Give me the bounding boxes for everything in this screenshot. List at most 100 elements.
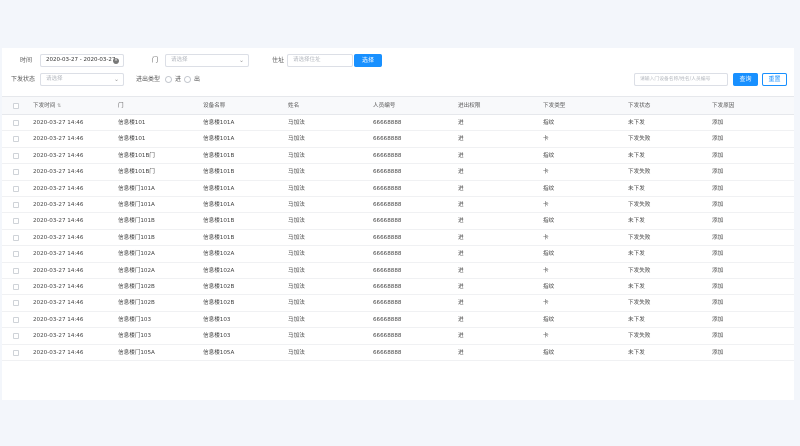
table-row[interactable]: 2020-03-27 14:46 信息楼门102B 信息楼102B 马加法 666688… — [2, 295, 794, 312]
cell-issue-type: 指纹 — [543, 120, 555, 126]
row-checkbox[interactable] — [13, 333, 19, 340]
header-issue-type: 下发类型 — [543, 103, 566, 109]
query-button[interactable]: 查询 — [733, 73, 758, 86]
table-row[interactable]: 2020-03-27 14:46 信息楼门101B 信息楼101B 马加法 666688… — [2, 230, 794, 247]
table-row[interactable]: 2020-03-27 14:46 信息楼门102A 信息楼102A 马加法 666688… — [2, 246, 794, 263]
cell-name: 马加法 — [288, 349, 305, 356]
radio-in[interactable] — [165, 76, 172, 83]
row-checkbox[interactable] — [13, 300, 19, 307]
io-type-label: 进出类型 — [136, 76, 161, 83]
cell-issue-reason: 添加 — [712, 316, 724, 323]
table-row[interactable]: 2020-03-27 14:46 信息楼门103 信息楼103 马加法 66668888… — [2, 312, 794, 329]
cell-issue-time: 2020-03-27 14:46 — [33, 267, 84, 274]
cell-issue-status: 未下发 — [628, 284, 645, 290]
row-checkbox[interactable] — [13, 202, 19, 208]
search-input-placeholder: 请输入门设备名称/姓名/人员编号 — [640, 77, 711, 82]
table-row[interactable]: 2020-03-27 14:46 信息楼101 信息楼101A 马加法 66668888… — [2, 131, 794, 148]
cell-issue-type: 指纹 — [543, 218, 555, 225]
cell-name: 马加法 — [288, 169, 305, 176]
cell-door: 信息楼101 — [118, 120, 146, 126]
cell-issue-reason: 添加 — [712, 300, 724, 307]
row-checkbox[interactable] — [13, 169, 19, 176]
chevron-down-icon: ⌄ — [113, 76, 119, 83]
cell-name: 马加法 — [288, 300, 305, 307]
header-issue-time[interactable]: 下发时间 ⇅ — [33, 97, 61, 115]
cell-access: 进 — [458, 234, 464, 241]
row-checkbox[interactable] — [13, 185, 19, 192]
date-range-input[interactable]: 2020-03-27 - 2020-03-27 × — [40, 54, 124, 67]
row-checkbox[interactable] — [13, 349, 19, 356]
cell-issue-reason: 添加 — [712, 333, 724, 340]
cell-person-id: 66668888 — [373, 267, 402, 274]
table-row[interactable]: 2020-03-27 14:46 信息楼门105A 信息楼105A 马加法 666688… — [2, 345, 794, 361]
row-checkbox[interactable] — [13, 218, 19, 225]
table-row[interactable]: 2020-03-27 14:46 信息楼门102B 信息楼102B 马加法 666688… — [2, 279, 794, 296]
status-select[interactable]: 请选择 ⌄ — [40, 73, 124, 86]
cell-door: 信息楼门105A — [118, 349, 155, 356]
cell-door: 信息楼101 — [118, 136, 146, 143]
clear-icon[interactable]: × — [113, 58, 119, 64]
cell-issue-status: 下发失败 — [628, 333, 651, 340]
cell-issue-type: 指纹 — [543, 152, 555, 159]
cell-issue-type: 卡 — [543, 169, 549, 176]
cell-device-name: 信息楼102A — [203, 267, 235, 274]
cell-issue-reason: 添加 — [712, 202, 724, 208]
cell-door: 信息楼门102B — [118, 284, 155, 290]
sort-icon[interactable]: ⇅ — [57, 103, 61, 109]
cell-access: 进 — [458, 284, 464, 290]
table-row[interactable]: 2020-03-27 14:46 信息楼101B门 信息楼101B 马加法 666688… — [2, 148, 794, 165]
select-address-button[interactable]: 选择 — [354, 54, 382, 67]
row-checkbox[interactable] — [13, 251, 19, 258]
cell-device-name: 信息楼103 — [203, 316, 231, 323]
cell-issue-status: 下发失败 — [628, 136, 651, 143]
cell-door: 信息楼门101B — [118, 218, 155, 225]
cell-issue-time: 2020-03-27 14:46 — [33, 152, 84, 159]
table-row[interactable]: 2020-03-27 14:46 信息楼门103 信息楼103 马加法 66668888… — [2, 328, 794, 345]
cell-name: 马加法 — [288, 185, 305, 192]
search-input[interactable]: 请输入门设备名称/姓名/人员编号 — [634, 73, 728, 86]
cell-device-name: 信息楼101B — [203, 234, 235, 241]
cell-device-name: 信息楼101A — [203, 202, 235, 208]
radio-in-label: 进 — [175, 76, 182, 83]
table-row[interactable]: 2020-03-27 14:46 信息楼门101B 信息楼101B 马加法 666688… — [2, 213, 794, 230]
cell-issue-type: 卡 — [543, 267, 549, 274]
header-issue-time-label: 下发时间 — [33, 103, 56, 109]
cell-issue-time: 2020-03-27 14:46 — [33, 234, 84, 241]
cell-issue-status: 下发失败 — [628, 267, 651, 274]
cell-name: 马加法 — [288, 136, 305, 143]
cell-issue-time: 2020-03-27 14:46 — [33, 202, 84, 208]
cell-device-name: 信息楼101B — [203, 152, 235, 159]
cell-device-name: 信息楼105A — [203, 349, 235, 356]
row-checkbox[interactable] — [13, 120, 19, 126]
cell-access: 进 — [458, 120, 464, 126]
table-row[interactable]: 2020-03-27 14:46 信息楼门102A 信息楼102A 马加法 666688… — [2, 263, 794, 279]
table-row[interactable]: 2020-03-27 14:46 信息楼101 信息楼101A 马加法 66668888… — [2, 115, 794, 132]
door-select[interactable]: 请选择 ⌄ — [165, 54, 249, 67]
row-checkbox[interactable] — [13, 267, 19, 274]
radio-out[interactable] — [184, 76, 191, 83]
address-input[interactable]: 请选择住址 — [287, 54, 353, 67]
table-row[interactable]: 2020-03-27 14:46 信息楼101B门 信息楼101B 马加法 666688… — [2, 164, 794, 181]
cell-issue-reason: 添加 — [712, 234, 724, 241]
row-checkbox[interactable] — [13, 284, 19, 290]
cell-person-id: 66668888 — [373, 169, 402, 176]
cell-device-name: 信息楼103 — [203, 333, 231, 340]
cell-access: 进 — [458, 316, 464, 323]
cell-issue-time: 2020-03-27 14:46 — [33, 185, 84, 192]
cell-issue-status: 未下发 — [628, 251, 645, 258]
cell-person-id: 66668888 — [373, 300, 402, 307]
row-checkbox[interactable] — [13, 136, 19, 143]
header-person-id: 人员编号 — [373, 103, 396, 109]
row-checkbox[interactable] — [13, 152, 19, 159]
row-checkbox[interactable] — [13, 234, 19, 241]
cell-issue-type: 指纹 — [543, 185, 555, 192]
reset-button[interactable]: 重置 — [762, 73, 787, 86]
cell-issue-time: 2020-03-27 14:46 — [33, 169, 84, 176]
row-checkbox[interactable] — [13, 316, 19, 323]
select-all-checkbox[interactable] — [13, 103, 19, 109]
cell-issue-time: 2020-03-27 14:46 — [33, 218, 84, 225]
table-row[interactable]: 2020-03-27 14:46 信息楼门101A 信息楼101A 马加法 666688… — [2, 181, 794, 197]
header-name: 姓名 — [288, 103, 300, 109]
table-row[interactable]: 2020-03-27 14:46 信息楼门101A 信息楼101A 马加法 666688… — [2, 197, 794, 214]
cell-access: 进 — [458, 185, 464, 192]
